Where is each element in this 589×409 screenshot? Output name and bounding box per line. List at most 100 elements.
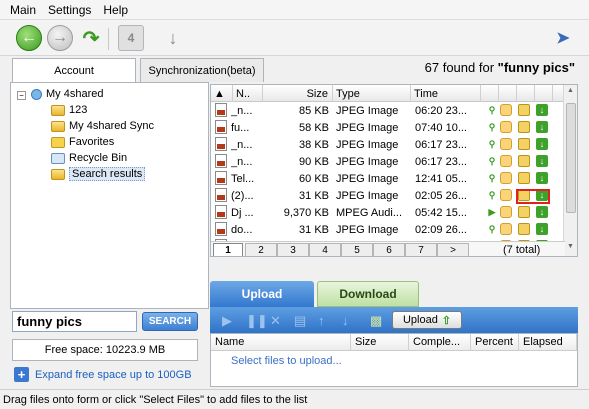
table-row[interactable]: _n... 85 KB JPEG Image 06:20 23... ⚲ ↓ [211, 102, 565, 119]
menu-main[interactable]: Main [4, 3, 42, 17]
move-down-icon[interactable]: ↓ [342, 313, 349, 328]
col-upload-elapsed[interactable]: Elapsed [519, 334, 577, 351]
scroll-up-icon[interactable]: ▲ [567, 87, 574, 94]
preview-icon[interactable]: ⚲ [486, 155, 498, 167]
menu-help[interactable]: Help [97, 3, 134, 17]
cell-size: 58 KB [299, 121, 329, 134]
page-button[interactable]: 3 [277, 243, 309, 256]
jpeg-file-icon [215, 222, 227, 236]
download-icon[interactable]: ↓ [536, 206, 548, 218]
tree-item-sync[interactable]: My 4shared Sync [51, 118, 154, 134]
col-size[interactable]: Size [263, 85, 333, 102]
tree-item-search-results[interactable]: Search results [51, 166, 146, 182]
preview-icon[interactable]: ⚲ [486, 121, 498, 133]
table-row[interactable]: do... 31 KB JPEG Image 02:09 26... ⚲ ↓ [211, 221, 565, 238]
download-arrow-icon[interactable]: ↓ [160, 25, 186, 51]
pause-icon[interactable]: ❚❚ [246, 313, 268, 329]
download-icon[interactable]: ↓ [536, 155, 548, 167]
tab-upload[interactable]: Upload [210, 281, 314, 307]
select-files-hint[interactable]: Select files to upload... [231, 355, 342, 367]
back-arrow-icon[interactable]: ← [16, 25, 42, 51]
page-button[interactable]: 7 [405, 243, 437, 256]
move-up-icon[interactable]: ↑ [318, 313, 325, 328]
tab-synchronization[interactable]: Synchronization(beta) [140, 58, 264, 82]
col-upload-percent[interactable]: Percent [471, 334, 519, 351]
col-upload-size[interactable]: Size [351, 334, 409, 351]
menu-settings[interactable]: Settings [42, 3, 97, 17]
tree-item-label: Favorites [69, 136, 115, 148]
scroll-down-icon[interactable]: ▼ [567, 243, 574, 250]
grid-scrollbar[interactable]: ▲ ▼ [563, 85, 577, 256]
download-icon[interactable]: ↓ [536, 121, 548, 133]
table-row[interactable]: Dj ... 9,370 KB MPEG Audi... 05:42 15... ▶ ↓ [211, 204, 565, 221]
col-type[interactable]: Type [333, 85, 411, 102]
download-icon[interactable]: ↓ [536, 104, 548, 116]
folder-icon [51, 104, 65, 116]
up-folder-icon[interactable]: ↷ [78, 25, 104, 51]
search-button[interactable]: SEARCH [142, 312, 198, 331]
tree-item-my4shared[interactable]: My 4shared [31, 86, 103, 102]
jpeg-file-icon [215, 154, 227, 168]
preview-icon[interactable]: ⚲ [486, 104, 498, 116]
tree-item-recycle-bin[interactable]: Recycle Bin [51, 150, 127, 166]
comment-icon[interactable] [500, 155, 512, 167]
page-button[interactable]: 6 [373, 243, 405, 256]
preview-icon[interactable]: ⚲ [486, 223, 498, 235]
page-button[interactable]: 2 [245, 243, 277, 256]
forward-arrow-icon[interactable]: → [47, 25, 73, 51]
preview-icon[interactable]: ⚲ [486, 189, 498, 201]
copy-to-account-icon[interactable] [518, 172, 530, 184]
comment-icon[interactable] [500, 223, 512, 235]
tree-item-123[interactable]: 123 [51, 102, 87, 118]
table-row[interactable]: (2)... 31 KB JPEG Image 02:05 26... ⚲ ↓ [211, 187, 565, 204]
preview-icon[interactable]: ⚲ [486, 138, 498, 150]
copy-to-account-icon[interactable] [518, 206, 530, 218]
copy-to-account-icon[interactable] [518, 104, 530, 116]
exit-icon[interactable]: ➤ [550, 25, 576, 51]
expand-free-space-link[interactable]: + Expand free space up to 100GB [14, 367, 192, 382]
tree-item-label: Search results [69, 167, 146, 181]
download-icon[interactable]: ↓ [536, 172, 548, 184]
table-row[interactable]: _n... 38 KB JPEG Image 06:17 23... ⚲ ↓ [211, 136, 565, 153]
copy-to-account-icon[interactable] [518, 121, 530, 133]
clear-icon[interactable]: ▤ [294, 313, 306, 329]
copy-to-account-icon[interactable] [518, 155, 530, 167]
col-upload-complete[interactable]: Comple... [409, 334, 471, 351]
comment-icon[interactable] [500, 189, 512, 201]
comment-icon[interactable] [500, 206, 512, 218]
copy-to-account-icon[interactable] [518, 138, 530, 150]
play-icon[interactable]: ▶ [222, 313, 232, 329]
comment-icon[interactable] [500, 104, 512, 116]
page-button[interactable]: 1 [213, 243, 243, 256]
comment-icon[interactable] [500, 138, 512, 150]
upload-button[interactable]: Upload ⇧ [392, 311, 462, 329]
tab-account[interactable]: Account [12, 58, 136, 83]
download-icon[interactable]: ↓ [536, 138, 548, 150]
select-files-icon[interactable]: ▩ [370, 313, 382, 329]
4shared-icon[interactable]: 4 [118, 25, 144, 51]
page-button[interactable]: 4 [309, 243, 341, 256]
table-row[interactable]: fu... 58 KB JPEG Image 07:40 10... ⚲ ↓ [211, 119, 565, 136]
folder-tree: − My 4shared 123 My 4shared Sync Favorit… [10, 82, 209, 309]
col-name[interactable]: N.. [233, 85, 263, 102]
col-time[interactable]: Time [411, 85, 481, 102]
download-icon[interactable]: ↓ [536, 223, 548, 235]
col-upload-name[interactable]: Name [211, 334, 351, 351]
sort-up-icon[interactable]: ▲ [211, 85, 233, 102]
play-icon[interactable]: ▶ [486, 206, 498, 218]
page-button[interactable]: 5 [341, 243, 373, 256]
tab-download[interactable]: Download [317, 281, 419, 307]
preview-icon[interactable]: ⚲ [486, 172, 498, 184]
tree-item-label: My 4shared [46, 88, 104, 100]
table-row[interactable]: _n... 90 KB JPEG Image 06:17 23... ⚲ ↓ [211, 153, 565, 170]
next-page-button[interactable]: > [437, 243, 469, 256]
remove-icon[interactable]: ✕ [270, 313, 281, 329]
table-row[interactable]: Tel... 60 KB JPEG Image 12:41 05... ⚲ ↓ [211, 170, 565, 187]
scroll-thumb[interactable] [566, 103, 576, 213]
comment-icon[interactable] [500, 172, 512, 184]
collapse-icon[interactable]: − [17, 91, 26, 100]
comment-icon[interactable] [500, 121, 512, 133]
tree-item-favorites[interactable]: Favorites [51, 134, 114, 150]
search-input[interactable]: funny pics [12, 311, 137, 332]
copy-to-account-icon[interactable] [518, 223, 530, 235]
